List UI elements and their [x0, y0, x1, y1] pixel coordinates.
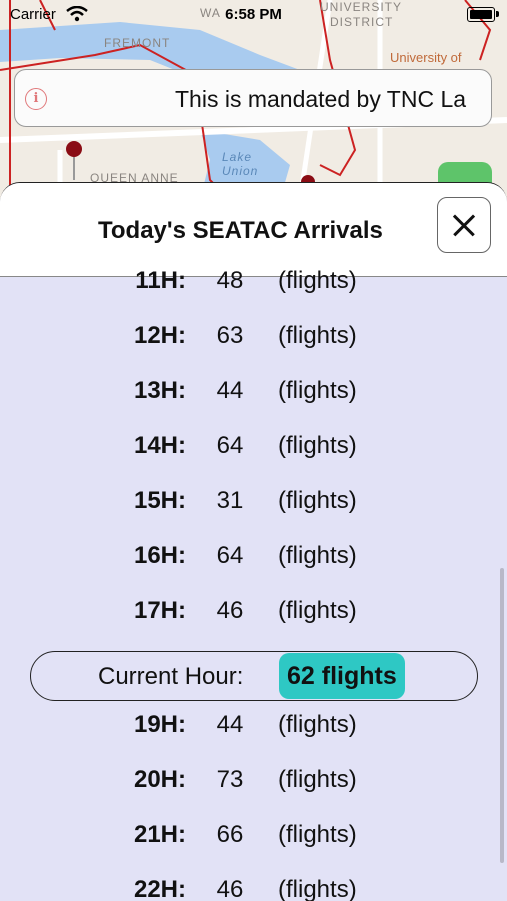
status-bar: Carrier 6:58 PM: [0, 0, 507, 30]
map-label-union: Union: [222, 164, 259, 178]
hour-label: 19H:: [133, 711, 186, 738]
hour-label: 14H:: [133, 432, 186, 459]
arrivals-sheet: Today's SEATAC Arrivals 11H: 48 (flights…: [0, 182, 507, 901]
list-item: 21H: 66 (flights): [0, 821, 507, 861]
list-item: 15H: 31 (flights): [0, 487, 507, 527]
flight-count: 46: [216, 876, 244, 901]
unit-label: (flights): [278, 876, 357, 901]
hour-label: 22H:: [133, 876, 186, 901]
scrollbar[interactable]: [500, 568, 504, 863]
current-hour-row: Current Hour: 62 flights: [30, 651, 478, 701]
list-item: 22H: 46 (flights): [0, 876, 507, 901]
unit-label: (flights): [278, 432, 357, 459]
flight-count: 64: [216, 432, 244, 459]
battery-tip: [496, 11, 499, 17]
current-hour-value: 62 flights: [279, 653, 405, 699]
unit-label: (flights): [278, 766, 357, 793]
unit-label: (flights): [278, 597, 357, 624]
battery-icon: [467, 7, 495, 22]
notice-text: This is mandated by TNC La: [175, 86, 467, 112]
clock: 6:58 PM: [225, 6, 282, 23]
hour-label: 15H:: [133, 487, 186, 514]
list-item: 13H: 44 (flights): [0, 377, 507, 417]
map-pin-icon[interactable]: [64, 140, 84, 180]
list-item: 17H: 46 (flights): [0, 597, 507, 637]
hour-label: 17H:: [133, 597, 186, 624]
flight-count: 64: [216, 542, 244, 569]
flight-count: 73: [216, 766, 244, 793]
map-label-university-of: University of: [390, 50, 462, 65]
unit-label: (flights): [278, 267, 357, 294]
flight-count: 66: [216, 821, 244, 848]
map-label-lake: Lake: [222, 150, 253, 164]
list-item: 12H: 63 (flights): [0, 322, 507, 362]
flight-count: 44: [216, 711, 244, 738]
flight-count: 31: [216, 487, 244, 514]
unit-label: (flights): [278, 377, 357, 404]
unit-label: (flights): [278, 711, 357, 738]
hour-label: 12H:: [133, 322, 186, 349]
flight-count: 63: [216, 322, 244, 349]
unit-label: (flights): [278, 487, 357, 514]
list-item: 14H: 64 (flights): [0, 432, 507, 472]
notice-banner[interactable]: i This is mandated by TNC La: [14, 69, 492, 127]
close-button[interactable]: [437, 197, 491, 253]
hour-label: 20H:: [133, 766, 186, 793]
flight-count: 44: [216, 377, 244, 404]
map-label-fremont: FREMONT: [104, 36, 171, 50]
list-item: 11H: 48 (flights): [0, 267, 507, 307]
unit-label: (flights): [278, 322, 357, 349]
list-item: 19H: 44 (flights): [0, 711, 507, 751]
sheet-title: Today's SEATAC Arrivals: [98, 217, 383, 244]
hour-label: 16H:: [133, 542, 186, 569]
sheet-header: Today's SEATAC Arrivals: [0, 183, 507, 277]
hour-label: 21H:: [133, 821, 186, 848]
unit-label: (flights): [278, 821, 357, 848]
flight-count: 48: [216, 267, 244, 294]
list-item: 20H: 73 (flights): [0, 766, 507, 806]
hour-label: 13H:: [133, 377, 186, 404]
flight-count: 46: [216, 597, 244, 624]
unit-label: (flights): [278, 542, 357, 569]
hour-label: 11H:: [135, 267, 186, 294]
list-item: 16H: 64 (flights): [0, 542, 507, 582]
arrivals-list[interactable]: 11H: 48 (flights) 12H: 63 (flights) 13H:…: [0, 267, 507, 901]
info-icon: i: [25, 88, 47, 110]
current-hour-label: Current Hour:: [98, 663, 244, 690]
